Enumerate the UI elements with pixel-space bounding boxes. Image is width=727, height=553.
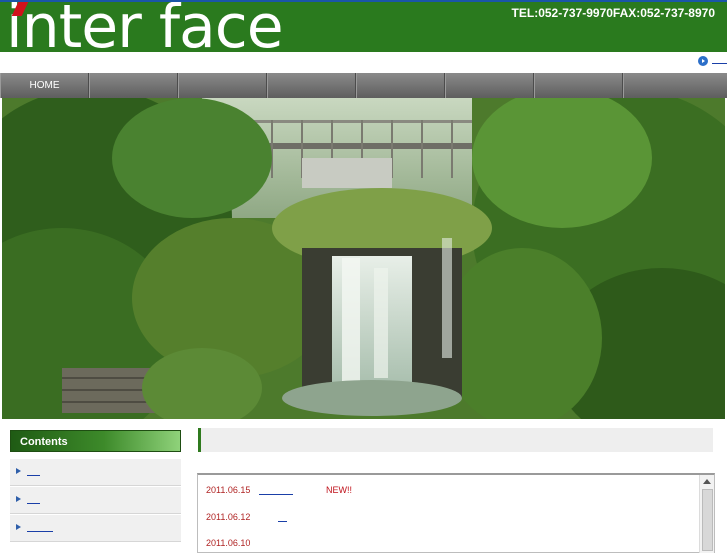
new-badge: NEW!! xyxy=(326,485,352,495)
nav-item[interactable] xyxy=(178,73,267,98)
info-link[interactable] xyxy=(712,63,727,64)
sidebar-item-label[interactable] xyxy=(27,475,40,476)
sidebar-item[interactable] xyxy=(10,459,181,486)
nav-item[interactable] xyxy=(445,73,534,98)
site-logo[interactable]: inter face xyxy=(6,2,284,52)
scroll-thumb[interactable] xyxy=(702,489,713,551)
nav-item[interactable] xyxy=(623,73,712,98)
arrow-right-icon xyxy=(16,468,21,474)
scroll-up-arrow-icon[interactable] xyxy=(703,479,711,484)
nav-item[interactable] xyxy=(89,73,178,98)
contact-numbers: TEL:052-737-9970FAX:052-737-8970 xyxy=(511,6,715,20)
sidebar-item-label[interactable] xyxy=(27,503,40,504)
main-nav: HOME xyxy=(0,73,727,98)
news-item: 2011.06.10 xyxy=(206,538,250,548)
sidebar-item[interactable] xyxy=(10,515,181,542)
arrow-right-icon xyxy=(16,496,21,502)
news-date: 2011.06.10 xyxy=(206,538,251,548)
news-list: 2011.06.15 NEW!! 2011.06.12 2011.06.10 xyxy=(197,473,715,553)
nav-item[interactable] xyxy=(267,73,356,98)
news-item: 2011.06.12 xyxy=(206,512,250,522)
play-circle-icon[interactable] xyxy=(698,56,708,66)
news-item: 2011.06.15 xyxy=(206,485,250,495)
sidebar-item-label[interactable] xyxy=(27,531,53,532)
hero-photo xyxy=(2,98,725,419)
section-title-accent xyxy=(198,428,201,452)
sidebar: Contents xyxy=(10,430,181,550)
site-header: inter face TEL:052-737-9970FAX:052-737-8… xyxy=(0,2,727,52)
arrow-right-icon xyxy=(16,524,21,530)
sidebar-item[interactable] xyxy=(10,487,181,514)
news-link[interactable] xyxy=(259,494,293,495)
news-scrollbar[interactable] xyxy=(699,475,714,553)
news-link[interactable] xyxy=(278,521,287,522)
info-bar xyxy=(0,52,727,72)
news-date: 2011.06.12 xyxy=(206,512,251,522)
nav-item[interactable] xyxy=(356,73,445,98)
hero-waterfall-illustration xyxy=(2,98,725,419)
contents-heading: Contents xyxy=(10,430,181,452)
news-date: 2011.06.15 xyxy=(206,485,251,495)
nav-item-home[interactable]: HOME xyxy=(0,73,89,98)
section-title-bar xyxy=(198,428,713,452)
nav-item[interactable] xyxy=(534,73,623,98)
